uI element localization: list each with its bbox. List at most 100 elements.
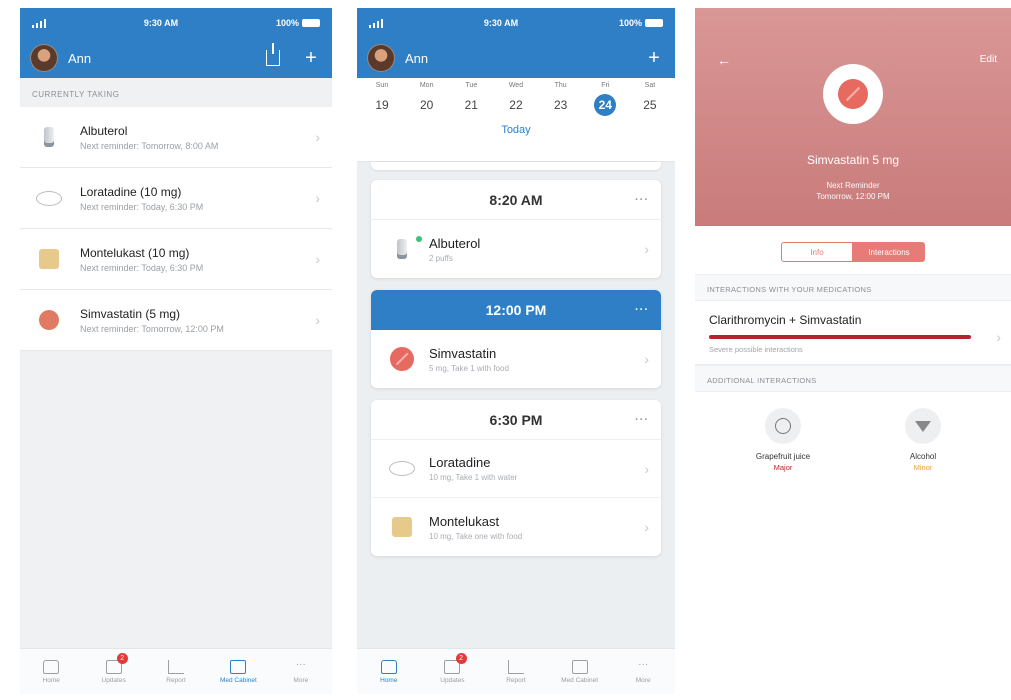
tab-updates[interactable]: 2 Updates xyxy=(421,649,485,694)
chevron-right-icon: › xyxy=(644,519,649,535)
med-name: Loratadine xyxy=(429,455,491,470)
more-options-icon[interactable]: ··· xyxy=(635,414,649,426)
home-icon xyxy=(43,659,60,674)
round-pill-icon xyxy=(390,347,414,371)
additional-section-label: ADDITIONAL INTERACTIONS xyxy=(695,365,1011,392)
segmented-control: Info Interactions xyxy=(695,226,1011,274)
round-pill-icon xyxy=(39,310,59,330)
share-icon[interactable] xyxy=(266,43,280,66)
med-name: Albuterol xyxy=(429,235,481,251)
calendar-day[interactable]: Sat 25 xyxy=(635,82,665,116)
more-icon: ··· xyxy=(295,658,306,670)
pill-image xyxy=(823,64,883,124)
dose-card: 6:30 PM ··· Loratadine 10 mg, Take 1 with … xyxy=(371,400,661,556)
chevron-right-icon: › xyxy=(315,190,320,206)
signal-icon xyxy=(369,18,383,28)
signal-icon xyxy=(32,18,46,28)
interaction-desc: Severe possible interactions xyxy=(709,345,803,354)
med-reminder: Next reminder: Tomorrow, 8:00 AM xyxy=(80,140,219,151)
interaction-row[interactable]: Clarithromycin + Simvastatin Severe poss… xyxy=(695,301,1011,365)
severity-label: Major xyxy=(773,463,793,472)
more-icon: ··· xyxy=(638,658,649,670)
grapefruit-icon xyxy=(765,408,801,444)
additional-interactions: Grapefruit juice Major Alcohol Minor xyxy=(695,392,1011,472)
severity-bar xyxy=(709,335,971,339)
inhaler-icon xyxy=(397,239,407,259)
tab-report[interactable]: Report xyxy=(145,649,207,694)
round-pill-icon xyxy=(838,79,868,109)
chevron-right-icon: › xyxy=(315,129,320,145)
list-item[interactable]: Albuterol Next reminder: Tomorrow, 8:00 A… xyxy=(20,107,332,168)
calendar-day[interactable]: Tue 21 xyxy=(456,82,486,116)
dose-time-header: 12:00 PM ··· xyxy=(371,290,661,330)
more-options-icon[interactable]: ··· xyxy=(635,194,649,206)
previous-card-edge xyxy=(371,162,661,170)
avatar[interactable] xyxy=(367,44,395,72)
dose-row[interactable]: Simvastatin 5 mg, Take 1 with food › xyxy=(371,330,661,388)
tab-interactions[interactable]: Interactions xyxy=(853,242,925,262)
dose-time-header: 8:20 AM ··· xyxy=(371,180,661,220)
interactions-section-label: INTERACTIONS WITH YOUR MEDICATIONS xyxy=(695,274,1011,301)
user-name: Ann xyxy=(68,50,92,66)
med-name: Montelukast (10 mg) xyxy=(80,245,190,260)
add-icon[interactable]: + xyxy=(643,48,665,68)
calendar-day[interactable]: Thu 23 xyxy=(546,82,576,116)
oval-pill-icon xyxy=(389,461,415,476)
tab-more[interactable]: ··· More xyxy=(611,649,675,694)
calendar-day-selected[interactable]: Fri 24 xyxy=(590,82,620,116)
list-item[interactable]: Simvastatin (5 mg) Next reminder: Tomorro… xyxy=(20,290,332,351)
dose-detail: 2 puffs xyxy=(429,253,453,263)
inhaler-icon xyxy=(44,127,54,147)
med-reminder: Next reminder: Today, 6:30 PM xyxy=(80,201,204,212)
dose-row[interactable]: Albuterol 2 puffs › xyxy=(371,220,661,278)
cocktail-glass-icon xyxy=(905,408,941,444)
avatar[interactable] xyxy=(30,44,58,72)
add-icon[interactable]: + xyxy=(300,48,322,68)
tab-info[interactable]: Info xyxy=(781,242,853,262)
med-name: Montelukast xyxy=(429,513,500,529)
edit-button[interactable]: Edit xyxy=(980,54,997,65)
chevron-right-icon: › xyxy=(315,312,320,328)
status-bar: 9:30 AM 100% xyxy=(20,8,332,38)
dose-row[interactable]: Montelukast 10 mg, Take one with food › xyxy=(371,498,661,556)
med-cabinet-screen: 9:30 AM 100% Ann + CURRENTLY TAKING Albu… xyxy=(20,8,332,694)
med-cabinet-icon xyxy=(571,659,588,674)
week-calendar: Sun 19 Mon 20 Tue 21 Wed 22 Thu 23 Fri 24 Sat 2… xyxy=(357,78,675,162)
interaction-grapefruit[interactable]: Grapefruit juice Major xyxy=(748,408,818,472)
tab-home[interactable]: Home xyxy=(20,649,82,694)
chevron-right-icon: › xyxy=(644,351,649,367)
tab-med-cabinet[interactable]: Med Cabinet xyxy=(548,649,612,694)
calendar-day[interactable]: Mon 20 xyxy=(412,82,442,116)
tab-bar: Home 2 Updates Report Med Cabinet ··· More xyxy=(20,648,332,694)
more-options-icon[interactable]: ··· xyxy=(635,304,649,316)
updates-badge: 2 xyxy=(116,653,128,664)
medication-list: Albuterol Next reminder: Tomorrow, 8:00 A… xyxy=(20,107,332,351)
tab-med-cabinet[interactable]: Med Cabinet xyxy=(207,649,269,694)
medication-detail-screen: ← Edit Simvastatin 5 mg Next Reminder To… xyxy=(695,8,1011,694)
dose-row[interactable]: Loratadine 10 mg, Take 1 with water › xyxy=(371,440,661,498)
interaction-alcohol[interactable]: Alcohol Minor xyxy=(888,408,958,472)
medication-hero: ← Edit Simvastatin 5 mg Next Reminder To… xyxy=(695,8,1011,226)
tab-more[interactable]: ··· More xyxy=(270,649,332,694)
user-name: Ann xyxy=(405,50,429,66)
chevron-right-icon: › xyxy=(644,241,649,257)
back-arrow-icon[interactable]: ← xyxy=(717,52,731,68)
list-item[interactable]: Loratadine (10 mg) Next reminder: Today, … xyxy=(20,168,332,229)
med-name: Albuterol xyxy=(80,123,128,138)
square-pill-icon xyxy=(39,249,59,269)
tab-report[interactable]: Report xyxy=(484,649,548,694)
battery-icon xyxy=(302,19,320,27)
tab-updates[interactable]: 2 Updates xyxy=(82,649,144,694)
today-link[interactable]: Today xyxy=(357,124,675,136)
calendar-day[interactable]: Wed 22 xyxy=(501,82,531,116)
tab-home[interactable]: Home xyxy=(357,649,421,694)
nav-bar: Ann + xyxy=(357,38,675,78)
calendar-day[interactable]: Sun 19 xyxy=(367,82,397,116)
med-name: Simvastatin xyxy=(429,345,497,361)
battery-indicator: 100% xyxy=(276,18,320,28)
list-item[interactable]: Montelukast (10 mg) Next reminder: Today,… xyxy=(20,229,332,290)
dose-detail: 10 mg, Take 1 with water xyxy=(429,473,518,482)
dose-schedule: 8:20 AM ··· Albuterol 2 puffs › 12:00 PM ··… xyxy=(357,162,675,556)
square-pill-icon xyxy=(392,517,412,537)
severity-label: Minor xyxy=(913,463,933,472)
